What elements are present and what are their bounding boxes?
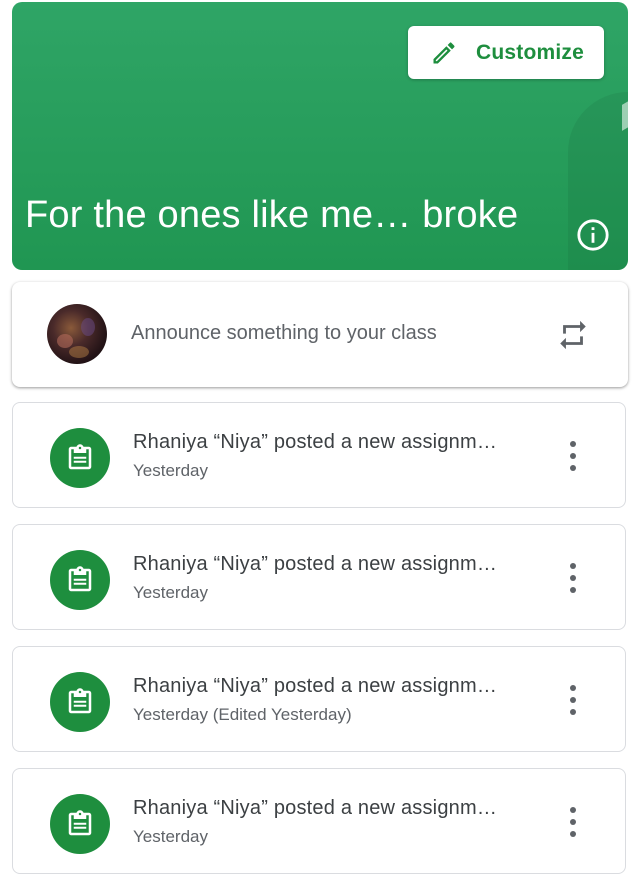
assignment-icon: [50, 794, 110, 854]
class-title: For the ones like me… broke: [25, 194, 519, 236]
stream-item[interactable]: Rhaniya “Niya” posted a new assignm… Yes…: [12, 768, 626, 874]
stream-item-title: Rhaniya “Niya” posted a new assignm…: [133, 797, 498, 819]
stream-item-time: Yesterday: [133, 583, 208, 602]
stream-item[interactable]: Rhaniya “Niya” posted a new assignm… Yes…: [12, 646, 626, 752]
stream-item-time: Yesterday (Edited Yesterday): [133, 705, 352, 724]
stream-item-time: Yesterday: [133, 827, 208, 846]
assignment-icon: [50, 428, 110, 488]
pencil-icon: [433, 41, 455, 63]
class-banner: Customize For the ones like me… broke: [12, 2, 628, 270]
stream-item-title: Rhaniya “Niya” posted a new assignm…: [133, 553, 498, 575]
repost-icon[interactable]: [556, 318, 590, 352]
info-icon[interactable]: [576, 218, 610, 252]
announce-placeholder[interactable]: Announce something to your class: [131, 322, 437, 345]
stream-item-time: Yesterday: [133, 461, 208, 480]
more-options-icon[interactable]: [559, 441, 587, 471]
assignment-icon: [50, 550, 110, 610]
assignment-icon: [50, 672, 110, 732]
customize-button[interactable]: Customize: [408, 26, 604, 79]
stream-item[interactable]: Rhaniya “Niya” posted a new assignm… Yes…: [12, 524, 626, 630]
banner-decoration-accent: [622, 99, 628, 131]
more-options-icon[interactable]: [559, 685, 587, 715]
more-options-icon[interactable]: [559, 807, 587, 837]
customize-label: Customize: [476, 40, 584, 64]
stream-item-title: Rhaniya “Niya” posted a new assignm…: [133, 431, 498, 453]
stream-item[interactable]: Rhaniya “Niya” posted a new assignm… Yes…: [12, 402, 626, 508]
more-options-icon[interactable]: [559, 563, 587, 593]
avatar: [47, 304, 107, 364]
announcement-composer[interactable]: Announce something to your class: [12, 282, 628, 387]
stream-item-title: Rhaniya “Niya” posted a new assignm…: [133, 675, 498, 697]
